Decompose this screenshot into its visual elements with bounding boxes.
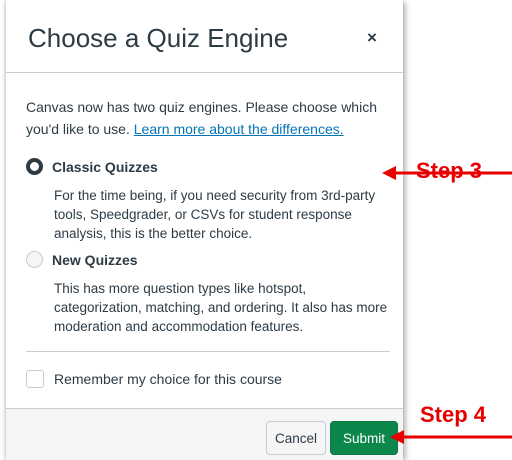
remember-choice-checkbox-row[interactable]: Remember my choice for this course (26, 370, 282, 388)
close-icon[interactable]: × (361, 27, 383, 49)
dialog-title: Choose a Quiz Engine (28, 23, 289, 53)
dialog-header: Choose a Quiz Engine × (6, 0, 403, 73)
step4-annotation-label: Step 4 (420, 402, 487, 427)
intro-text: Canvas now has two quiz engines. Please … (26, 96, 386, 140)
divider (26, 351, 390, 352)
option-new-quizzes[interactable]: New Quizzes (26, 251, 138, 268)
cancel-button[interactable]: Cancel (266, 421, 326, 455)
option-label: Classic Quizzes (52, 158, 158, 175)
remember-choice-checkbox[interactable] (26, 370, 44, 388)
step4-arrow-icon (390, 430, 512, 444)
option-description: This has more question types like hotspo… (54, 281, 388, 334)
option-label: New Quizzes (52, 251, 138, 268)
dialog-footer: Cancel Submit (6, 408, 403, 460)
radio-unselected-icon[interactable] (26, 251, 43, 268)
step3-arrow-icon (382, 166, 512, 180)
option-description: For the time being, if you need security… (54, 188, 376, 241)
quiz-engine-dialog: Choose a Quiz Engine × Canvas now has tw… (6, 0, 403, 460)
radio-selected-icon[interactable] (26, 158, 43, 175)
remember-choice-label: Remember my choice for this course (54, 371, 282, 387)
option-classic-quizzes[interactable]: Classic Quizzes (26, 158, 158, 175)
learn-more-link[interactable]: Learn more about the differences. (134, 121, 344, 137)
